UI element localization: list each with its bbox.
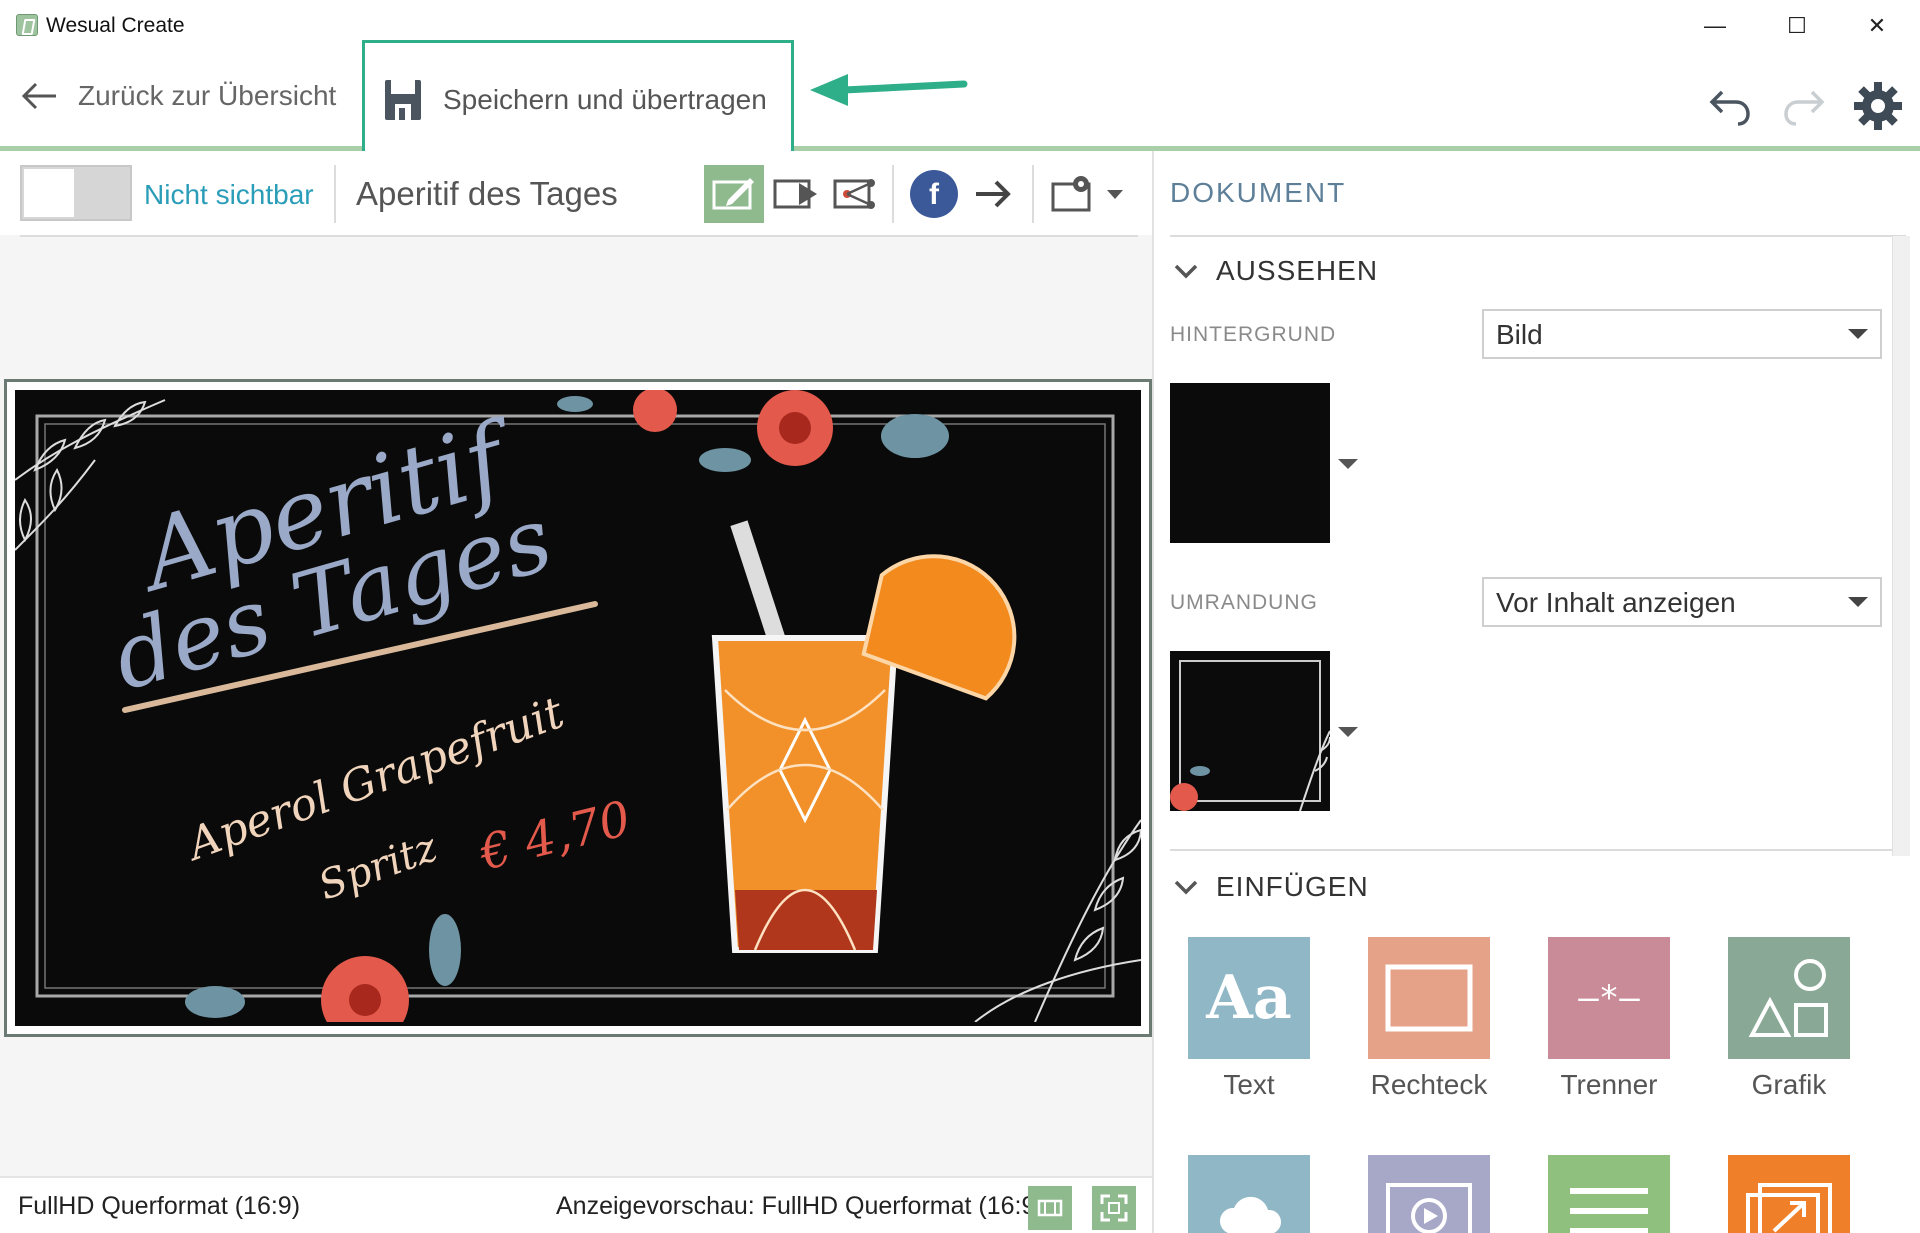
redo-icon xyxy=(1784,90,1825,126)
cloud-icon xyxy=(1188,1155,1310,1233)
editor-toolbar: Nicht sichtbar Aperitif des Tages f xyxy=(0,151,1152,235)
section-insert-label: EINFÜGEN xyxy=(1216,871,1369,902)
thumbnail-dropdown-icon[interactable] xyxy=(1338,727,1358,737)
window-title: Wesual Create xyxy=(46,14,185,37)
border-label: UMRANDUNG xyxy=(1170,591,1318,614)
status-bar: FullHD Querformat (16:9) Anzeigevorschau… xyxy=(0,1176,1152,1233)
border-image-thumbnail[interactable] xyxy=(1170,651,1331,812)
redo-button[interactable] xyxy=(1776,78,1832,134)
background-select[interactable]: Bild xyxy=(1482,309,1882,359)
background-select-value: Bild xyxy=(1496,319,1543,350)
edit-mode-button[interactable] xyxy=(704,165,764,223)
back-to-overview-button[interactable]: Zurück zur Übersicht xyxy=(20,80,336,112)
canvas-preview[interactable]: Aperitif des Tages Aperol Grapefruit Spr… xyxy=(15,390,1141,1026)
list-icon xyxy=(1548,1155,1670,1233)
gear-icon xyxy=(1854,82,1902,130)
fullscreen-button[interactable] xyxy=(1092,1186,1136,1230)
insert-list-tile[interactable] xyxy=(1548,1155,1670,1233)
app-logo-icon xyxy=(16,14,38,36)
toolbar-separator xyxy=(334,165,336,223)
frame-toggle-icon xyxy=(1037,1199,1063,1217)
section-appearance-label: AUSSEHEN xyxy=(1216,255,1379,286)
settings-button[interactable] xyxy=(1850,78,1906,134)
arrow-right-icon xyxy=(976,180,1011,208)
shapes-icon xyxy=(1728,937,1850,1059)
edit-icon xyxy=(712,178,754,210)
canvas-drink-line-2: Spritz xyxy=(313,824,444,909)
insert-divider-tile[interactable]: —*— Trenner xyxy=(1548,937,1670,1101)
divider-icon: —*— xyxy=(1548,937,1670,1059)
rectangle-icon xyxy=(1368,937,1490,1059)
floppy-disk-icon xyxy=(385,80,421,120)
svg-text:f: f xyxy=(929,178,940,211)
save-and-transfer-button[interactable]: Speichern und übertragen xyxy=(362,40,794,160)
undo-icon xyxy=(1709,90,1750,126)
external-image-icon xyxy=(1728,1155,1850,1233)
toolbar-separator xyxy=(892,165,894,223)
panel-separator xyxy=(1170,849,1906,851)
document-name[interactable]: Aperitif des Tages xyxy=(356,175,618,213)
panel-title-underline xyxy=(1170,235,1906,237)
share-network-icon xyxy=(833,179,875,209)
insert-rectangle-tile[interactable]: Rechteck xyxy=(1368,937,1490,1101)
back-button-label: Zurück zur Übersicht xyxy=(78,80,337,111)
border-select-value: Vor Inhalt anzeigen xyxy=(1496,587,1736,618)
facebook-button[interactable]: f xyxy=(904,165,964,223)
panel-scrollbar[interactable] xyxy=(1892,236,1910,856)
undo-button[interactable] xyxy=(1702,78,1758,134)
insert-external-image-tile[interactable] xyxy=(1728,1155,1850,1233)
display-settings-dropdown[interactable] xyxy=(1046,165,1128,223)
chevron-down-icon xyxy=(1174,880,1198,895)
canvas-frame: Aperitif des Tages Aperol Grapefruit Spr… xyxy=(4,379,1152,1037)
save-button-label: Speichern und übertragen xyxy=(443,84,767,115)
preview-button[interactable] xyxy=(766,165,826,223)
visibility-status-label: Nicht sichtbar xyxy=(144,179,314,210)
close-button[interactable]: ✕ xyxy=(1842,6,1912,46)
insert-tile-label: Trenner xyxy=(1560,1069,1658,1100)
visibility-toggle[interactable] xyxy=(20,165,132,221)
panel-title: DOKUMENT xyxy=(1170,177,1347,208)
background-label: HINTERGRUND xyxy=(1170,323,1337,346)
flower-decoration-icon xyxy=(557,390,949,472)
toggle-knob xyxy=(24,169,74,217)
border-select[interactable]: Vor Inhalt anzeigen xyxy=(1482,577,1882,627)
toolbar-separator xyxy=(1032,165,1034,223)
preview-frame-button[interactable] xyxy=(1028,1186,1072,1230)
section-insert-header[interactable]: EINFÜGEN xyxy=(1174,871,1369,903)
title-bar: Wesual Create — ☐ ✕ xyxy=(0,0,1920,52)
video-icon xyxy=(1368,1155,1490,1233)
properties-panel: DOKUMENT AUSSEHEN HINTERGRUND Bild UMRAN… xyxy=(1154,151,1920,1233)
maximize-button[interactable]: ☐ xyxy=(1762,6,1832,46)
insert-graphic-tile[interactable]: Grafik xyxy=(1728,937,1850,1101)
fullscreen-icon xyxy=(1100,1194,1128,1222)
editor-toolbar-underline xyxy=(20,235,1138,237)
insert-video-tile[interactable] xyxy=(1368,1155,1490,1233)
insert-tile-label: Text xyxy=(1223,1069,1275,1100)
facebook-icon: f xyxy=(910,170,958,218)
editor-pane: Nicht sichtbar Aperitif des Tages f Aper… xyxy=(0,151,1152,1233)
insert-text-tile[interactable]: Aa Text xyxy=(1188,937,1310,1101)
share-button[interactable] xyxy=(826,165,886,223)
canvas-price: € 4,70 xyxy=(472,790,636,882)
insert-tile-label: Rechteck xyxy=(1370,1069,1488,1100)
preview-format-label: Anzeigevorschau: FullHD Querformat (16:9… xyxy=(556,1192,1044,1220)
play-preview-icon xyxy=(773,179,817,209)
insert-cloud-tile[interactable] xyxy=(1188,1155,1310,1233)
publish-button[interactable] xyxy=(964,165,1024,223)
arrow-left-icon xyxy=(21,82,56,110)
dropdown-caret-icon xyxy=(1848,329,1868,339)
insert-tile-label: Grafik xyxy=(1751,1069,1827,1100)
minimize-button[interactable]: — xyxy=(1680,6,1750,46)
text-aa-icon: Aa xyxy=(1188,937,1310,1059)
annotation-arrow-icon xyxy=(810,74,968,106)
background-image-thumbnail[interactable] xyxy=(1170,383,1330,543)
chevron-down-icon xyxy=(1174,264,1198,279)
thumbnail-dropdown-icon[interactable] xyxy=(1338,459,1358,469)
format-label: FullHD Querformat (16:9) xyxy=(18,1192,301,1220)
cocktail-glass-icon xyxy=(711,520,1017,953)
display-settings-icon xyxy=(1051,176,1123,212)
dropdown-caret-icon xyxy=(1848,597,1868,607)
section-appearance-header[interactable]: AUSSEHEN xyxy=(1174,255,1378,287)
